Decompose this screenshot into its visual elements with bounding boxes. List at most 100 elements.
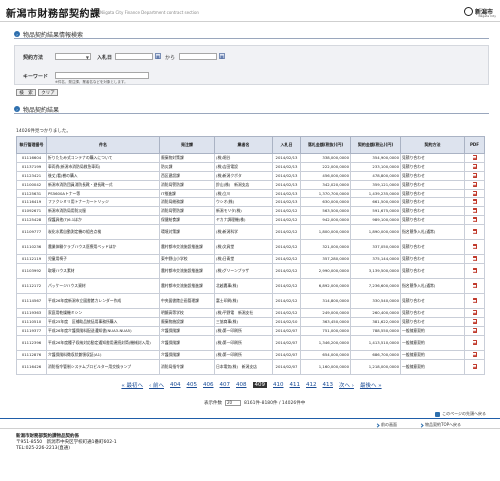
col-header-id[interactable]: 執行管理番号: [16, 136, 47, 154]
pdf-icon[interactable]: [472, 283, 477, 289]
cell-pdf: [464, 153, 485, 163]
cell-vendor: (株)新潟クボタ: [214, 170, 273, 181]
cell-method: 見積り合わせ: [400, 153, 465, 163]
search-form: 契約方法 ▼ 入札日 ▦ から ▦ キーワード ※件名、発注課、業者名などを対象…: [14, 45, 489, 85]
pdf-icon[interactable]: [472, 208, 477, 214]
col-header-vendor[interactable]: 業者名: [214, 136, 273, 154]
pdf-icon[interactable]: [472, 172, 477, 178]
search-section-title: › 物品契約結果情報検索: [14, 30, 489, 39]
page-link[interactable]: 412: [306, 382, 317, 388]
pdf-icon[interactable]: [472, 318, 477, 324]
per-page-select[interactable]: 20: [225, 400, 241, 406]
calendar-icon[interactable]: ▦: [155, 53, 161, 59]
page-link[interactable]: 413: [323, 382, 334, 388]
cell-dept: 消防局警防課: [159, 206, 215, 217]
pdf-icon[interactable]: [472, 339, 477, 345]
pdf-icon[interactable]: [472, 181, 477, 187]
cell-name: 平成25年度 区補助品統括用事務所購入: [46, 316, 160, 327]
search-button[interactable]: 検 索: [16, 89, 36, 96]
next-page-link[interactable]: 次へ ›: [339, 381, 354, 389]
col-header-date[interactable]: 入札日: [272, 136, 301, 154]
pdf-icon[interactable]: [472, 154, 477, 160]
cell-name: 平成26年度介護保険料配送通知書(NUA3-NUA5): [46, 325, 160, 336]
pdf-icon[interactable]: [472, 363, 477, 369]
last-page-link[interactable]: 最後へ »: [360, 381, 382, 389]
cell-bid: 314,800,0000: [300, 293, 351, 310]
col-header-contract[interactable]: 契約金額(税込)(円): [350, 136, 401, 154]
page-link[interactable]: 408: [236, 382, 247, 388]
pdf-icon[interactable]: [472, 190, 477, 196]
pdf-icon[interactable]: [472, 268, 477, 274]
pdf-icon[interactable]: [472, 327, 477, 333]
cell-pdf: [464, 215, 485, 226]
cell-dept: 介護保険課: [159, 334, 215, 351]
cell-pdf: [464, 293, 485, 310]
calendar-icon[interactable]: ▦: [219, 53, 225, 59]
page-link[interactable]: 406: [203, 382, 214, 388]
pdf-icon[interactable]: [472, 298, 477, 304]
cell-pdf: [464, 170, 485, 181]
cell-bid: 563,500,0000: [300, 206, 351, 217]
keyword-input[interactable]: [55, 72, 149, 79]
pdf-icon[interactable]: [472, 244, 477, 250]
search-section-title-text: 物品契約結果情報検索: [23, 31, 84, 39]
cell-name: 家庭用乾燥機ミシン: [46, 308, 160, 318]
cell-name: 農業体験クラブハウス医療用ベッドほか: [46, 239, 160, 256]
clear-button[interactable]: クリア: [38, 89, 58, 96]
cell-method: 見積り合わせ: [400, 170, 465, 181]
pdf-icon[interactable]: [472, 163, 477, 169]
cell-vendor: (株)文具堂: [214, 239, 273, 256]
contract-top-label: 物品契約TOPへ戻る: [425, 422, 462, 427]
col-header-bid[interactable]: 落札金額(税抜)(円): [300, 136, 351, 154]
cell-bid: 630,000,0000: [300, 197, 351, 208]
site-title[interactable]: 新潟市財務部契約課: [6, 5, 101, 20]
page-link[interactable]: 410: [273, 382, 284, 388]
results-section-title-text: 物品契約結果: [23, 106, 60, 114]
contract-top-link[interactable]: 物品契約TOPへ戻る: [419, 422, 462, 428]
bid-date-to-input[interactable]: [179, 53, 217, 60]
cell-contract: 686,700,0000: [350, 349, 401, 360]
cell-date: 2014/02/13: [272, 188, 301, 199]
result-count: 14026件見つかりました。: [16, 129, 71, 134]
pdf-icon[interactable]: [472, 309, 477, 315]
page-link[interactable]: 407: [220, 382, 231, 388]
cell-method: 指名競争入札(通常): [400, 224, 465, 241]
cell-date: 2014/02/12: [272, 263, 301, 280]
cell-name: 折りたたみ式コンテナの購入について: [46, 153, 160, 163]
col-header-dept[interactable]: 発注課: [159, 136, 215, 154]
pdf-icon[interactable]: [472, 351, 477, 357]
bid-date-label: 入札日: [97, 55, 113, 61]
page-link[interactable]: 411: [290, 382, 301, 388]
pdf-icon[interactable]: [472, 217, 477, 223]
contract-type-select[interactable]: ▼: [55, 53, 91, 60]
cell-bid: 363,450,0000: [300, 316, 351, 327]
cell-name: 平成26年度新潟市立図書館カレンダー作成: [46, 293, 160, 310]
cell-name: 炭化水素自動測定機の組合点検: [46, 224, 160, 241]
cell-date: 2014/02/10: [272, 316, 301, 327]
cell-date: 2014/02/12: [272, 293, 301, 310]
site-subtitle: Niigata City Finance Department contract…: [100, 10, 199, 15]
results-table: 執行管理番号 件名 発注課 業者名 入札日 落札金額(税抜)(円) 契約金額(税…: [16, 136, 485, 375]
page-top-link[interactable]: このページの先頭へ戻る: [435, 411, 486, 417]
pdf-icon[interactable]: [472, 229, 477, 235]
chevron-right-icon: [375, 422, 380, 428]
cell-vendor: (株)第一印刷所: [214, 349, 273, 360]
col-header-method[interactable]: 契約方法: [400, 136, 465, 154]
pdf-icon[interactable]: [472, 199, 477, 205]
cell-date: 2014/02/12: [272, 254, 301, 265]
cell-contract: 375,144,0000: [350, 254, 401, 265]
prev-page-link[interactable]: ‹ 前へ: [149, 381, 164, 389]
page-link[interactable]: 404: [170, 382, 181, 388]
cell-vendor: 北越農事(株): [214, 278, 273, 295]
page-link[interactable]: 405: [187, 382, 198, 388]
cell-vendor: (株)日青堂: [214, 254, 273, 265]
cell-contract: 1,413,510,0000: [350, 334, 401, 351]
cell-date: 2014/02/13: [272, 170, 301, 181]
table-row: 01116604 折りたたみ式コンテナの購入について 廃棄物対策課 (株)堀谷 2014…: [16, 153, 485, 163]
cell-contract: 7,236,600,0000: [350, 278, 401, 295]
pdf-icon[interactable]: [472, 256, 477, 262]
first-page-link[interactable]: « 最初へ: [121, 381, 143, 389]
col-header-name[interactable]: 件名: [46, 136, 160, 154]
bid-date-from-input[interactable]: [115, 53, 153, 60]
prev-screen-link[interactable]: 前の画面: [375, 422, 397, 428]
